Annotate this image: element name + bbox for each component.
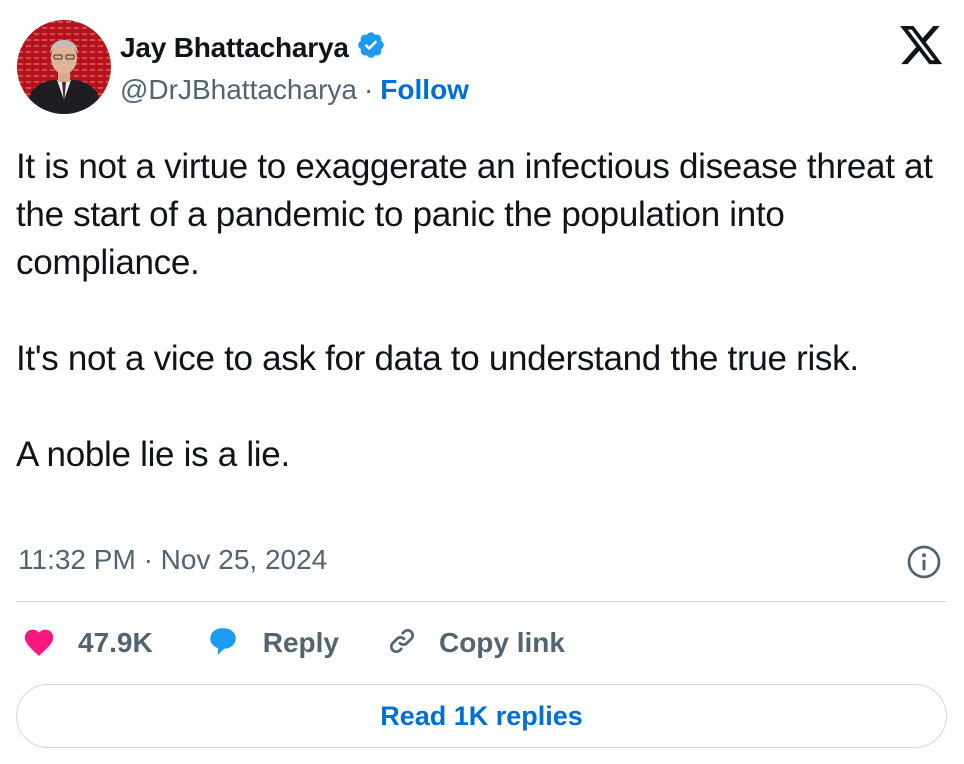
follow-button[interactable]: Follow (380, 74, 469, 106)
speech-bubble-icon (205, 624, 241, 663)
action-bar: 47.9K Reply Copy link (22, 620, 565, 666)
tweet-paragraph: A noble lie is a lie. (16, 435, 290, 474)
author-handle-row: @DrJBhattacharya · Follow (120, 74, 469, 106)
copy-link-button[interactable]: Copy link (385, 624, 565, 663)
handle-separator: · (363, 74, 374, 105)
tweet-time: 11:32 PM (18, 544, 136, 575)
author-name[interactable]: Jay Bhattacharya (120, 32, 349, 64)
like-count: 47.9K (78, 627, 153, 658)
reply-label: Reply (262, 627, 339, 658)
author-name-row: Jay Bhattacharya (120, 30, 386, 65)
author-avatar[interactable] (17, 20, 111, 114)
heart-icon (22, 625, 56, 662)
like-button[interactable]: 47.9K (22, 625, 153, 662)
copy-link-label: Copy link (438, 627, 565, 658)
timestamp-link[interactable]: 11:32 PM · Nov 25, 2024 (18, 544, 327, 575)
tweet-paragraph: It's not a vice to ask for data to under… (16, 339, 859, 378)
tweet-date: Nov 25, 2024 (160, 544, 328, 575)
tweet-embed-card: Jay Bhattacharya @DrJBhattacharya · Foll… (0, 0, 964, 764)
read-replies-button[interactable]: Read 1K replies (16, 684, 947, 748)
link-icon (385, 624, 419, 663)
x-logo-icon[interactable] (900, 26, 944, 71)
author-handle[interactable]: @DrJBhattacharya (120, 74, 357, 106)
tweet-paragraph: It is not a virtue to exaggerate an infe… (16, 147, 933, 282)
tweet-timestamp: 11:32 PM · Nov 25, 2024 (18, 544, 327, 576)
divider (16, 601, 947, 602)
info-icon[interactable] (906, 544, 942, 585)
verified-badge-icon (356, 30, 386, 65)
timestamp-separator: · (143, 544, 153, 575)
reply-button[interactable]: Reply (205, 624, 339, 663)
tweet-text: It is not a virtue to exaggerate an infe… (16, 143, 946, 479)
